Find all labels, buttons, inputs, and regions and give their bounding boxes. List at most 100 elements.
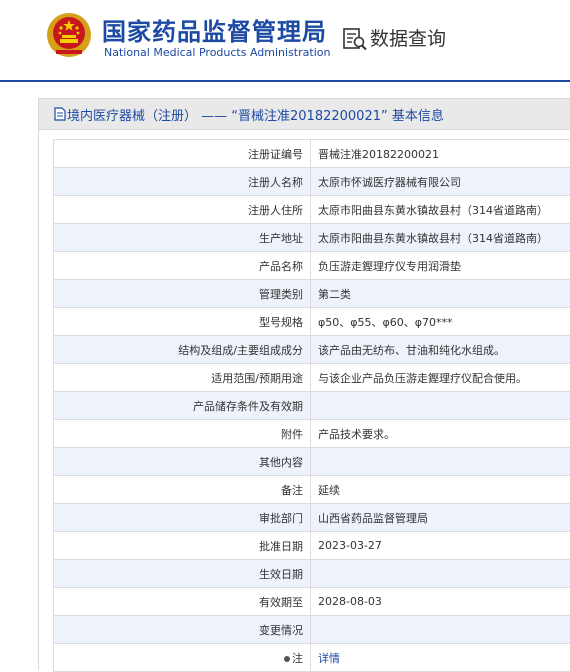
value-registrant-address: 太原市阳曲县东黄水镇故县村（314省道路南） [311, 196, 570, 224]
value-valid-until: 2028-08-03 [311, 588, 570, 616]
table-row: 产品名称 负压游走鏗理疗仪专用润滑垫 [54, 252, 570, 280]
label-effective-date: 生效日期 [54, 560, 311, 588]
field-value: 山西省药品监督管理局 [318, 512, 428, 525]
field-label: 生产地址 [259, 232, 303, 245]
field-label: 其他内容 [259, 456, 303, 469]
table-row: 注册人名称 太原市怀诚医疗器械有限公司 [54, 168, 570, 196]
field-value: 产品技术要求。 [318, 428, 395, 441]
value-management-class: 第二类 [311, 280, 570, 308]
field-value: 太原市阳曲县东黄水镇故县村（314省道路南） [318, 232, 548, 245]
table-row: 备注 延续 [54, 476, 570, 504]
value-structure-composition: 该产品由无纺布、甘油和纯化水组成。 [311, 336, 570, 364]
field-label: 注册证编号 [248, 148, 303, 161]
label-registrant-address: 注册人住所 [54, 196, 311, 224]
value-approval-date: 2023-03-27 [311, 532, 570, 560]
label-approval-dept: 审批部门 [54, 504, 311, 532]
national-emblem-icon [46, 12, 92, 58]
detail-panel: 境内医疗器械（注册） —— “晋械注准20182200021” 基本信息 注册证… [38, 98, 570, 670]
value-note[interactable]: 详情 [311, 644, 570, 672]
table-row: 有效期至 2028-08-03 [54, 588, 570, 616]
label-approval-date: 批准日期 [54, 532, 311, 560]
table-row: 型号规格 φ50、φ55、φ60、φ70*** [54, 308, 570, 336]
value-product-name: 负压游走鏗理疗仪专用润滑垫 [311, 252, 570, 280]
data-query-title: 数据查询 [370, 24, 446, 51]
value-other-content [311, 448, 570, 476]
value-reg-no: 晋械注准20182200021 [311, 140, 570, 168]
agency-name-cn: 国家药品监督管理局 [102, 12, 327, 47]
field-label: 备注 [281, 484, 303, 497]
label-attachment: 附件 [54, 420, 311, 448]
data-query-icon [342, 26, 368, 52]
label-storage-validity: 产品储存条件及有效期 [54, 392, 311, 420]
table-row: 注册证编号 晋械注准20182200021 [54, 140, 570, 168]
table-row: 生效日期 [54, 560, 570, 588]
label-product-name: 产品名称 [54, 252, 311, 280]
table-row: 审批部门 山西省药品监督管理局 [54, 504, 570, 532]
label-production-address: 生产地址 [54, 224, 311, 252]
field-label: 型号规格 [259, 316, 303, 329]
table-row: 附件 产品技术要求。 [54, 420, 570, 448]
field-label: 附件 [281, 428, 303, 441]
document-icon [54, 107, 66, 121]
value-attachment: 产品技术要求。 [311, 420, 570, 448]
value-scope-use: 与该企业产品负压游走鏗理疗仪配合使用。 [311, 364, 570, 392]
bullet-icon [284, 656, 290, 662]
label-change-info: 变更情况 [54, 616, 311, 644]
value-model-spec: φ50、φ55、φ60、φ70*** [311, 308, 570, 336]
field-label: 结构及组成/主要组成成分 [178, 344, 303, 357]
panel-header: 境内医疗器械（注册） —— “晋械注准20182200021” 基本信息 [39, 99, 570, 130]
field-value: 与该企业产品负压游走鏗理疗仪配合使用。 [318, 372, 527, 385]
field-value: 太原市怀诚医疗器械有限公司 [318, 176, 461, 189]
info-table: 注册证编号晋械注准20182200021注册人名称太原市怀诚医疗器械有限公司注册… [53, 139, 570, 672]
label-management-class: 管理类别 [54, 280, 311, 308]
label-structure-composition: 结构及组成/主要组成成分 [54, 336, 311, 364]
field-label: 有效期至 [259, 596, 303, 609]
table-row: 注册人住所 太原市阳曲县东黄水镇故县村（314省道路南） [54, 196, 570, 224]
field-value: 晋械注准20182200021 [318, 148, 439, 161]
field-label: 生效日期 [259, 568, 303, 581]
table-row: 适用范围/预期用途 与该企业产品负压游走鏗理疗仪配合使用。 [54, 364, 570, 392]
field-label: 适用范围/预期用途 [211, 372, 303, 385]
table-row: 管理类别 第二类 [54, 280, 570, 308]
field-value: φ50、φ55、φ60、φ70*** [318, 316, 453, 329]
field-label: 产品储存条件及有效期 [193, 400, 303, 413]
field-label: 审批部门 [259, 512, 303, 525]
field-value: 2023-03-27 [318, 539, 382, 552]
table-row: 其他内容 [54, 448, 570, 476]
field-value: 负压游走鏗理疗仪专用润滑垫 [318, 260, 461, 273]
table-row: 生产地址 太原市阳曲县东黄水镇故县村（314省道路南） [54, 224, 570, 252]
label-valid-until: 有效期至 [54, 588, 311, 616]
field-label: 管理类别 [259, 288, 303, 301]
site-header: 国家药品监督管理局 National Medical Products Admi… [0, 0, 570, 80]
field-label: 批准日期 [259, 540, 303, 553]
field-value: 该产品由无纺布、甘油和纯化水组成。 [318, 344, 505, 357]
details-link[interactable]: 详情 [318, 652, 340, 665]
field-value: 太原市阳曲县东黄水镇故县村（314省道路南） [318, 204, 548, 217]
label-reg-no: 注册证编号 [54, 140, 311, 168]
label-scope-use: 适用范围/预期用途 [54, 364, 311, 392]
label-remark: 备注 [54, 476, 311, 504]
agency-name-en: National Medical Products Administration [104, 46, 330, 59]
field-label: 注册人名称 [248, 176, 303, 189]
label-model-spec: 型号规格 [54, 308, 311, 336]
label-note: 注 [54, 644, 311, 672]
value-production-address: 太原市阳曲县东黄水镇故县村（314省道路南） [311, 224, 570, 252]
value-remark: 延续 [311, 476, 570, 504]
field-label: 注册人住所 [248, 204, 303, 217]
table-row: 产品储存条件及有效期 [54, 392, 570, 420]
header-divider [0, 80, 570, 82]
value-approval-dept: 山西省药品监督管理局 [311, 504, 570, 532]
field-value: 延续 [318, 484, 340, 497]
table-row: 变更情况 [54, 616, 570, 644]
value-change-info [311, 616, 570, 644]
table-row: 批准日期 2023-03-27 [54, 532, 570, 560]
table-row: 注 详情 [54, 644, 570, 672]
field-label: 变更情况 [259, 624, 303, 637]
label-registrant-name: 注册人名称 [54, 168, 311, 196]
label-other-content: 其他内容 [54, 448, 311, 476]
field-label: 产品名称 [259, 260, 303, 273]
field-value: 2028-08-03 [318, 595, 382, 608]
field-label: 注 [292, 652, 303, 665]
field-value: 第二类 [318, 288, 351, 301]
value-storage-validity [311, 392, 570, 420]
